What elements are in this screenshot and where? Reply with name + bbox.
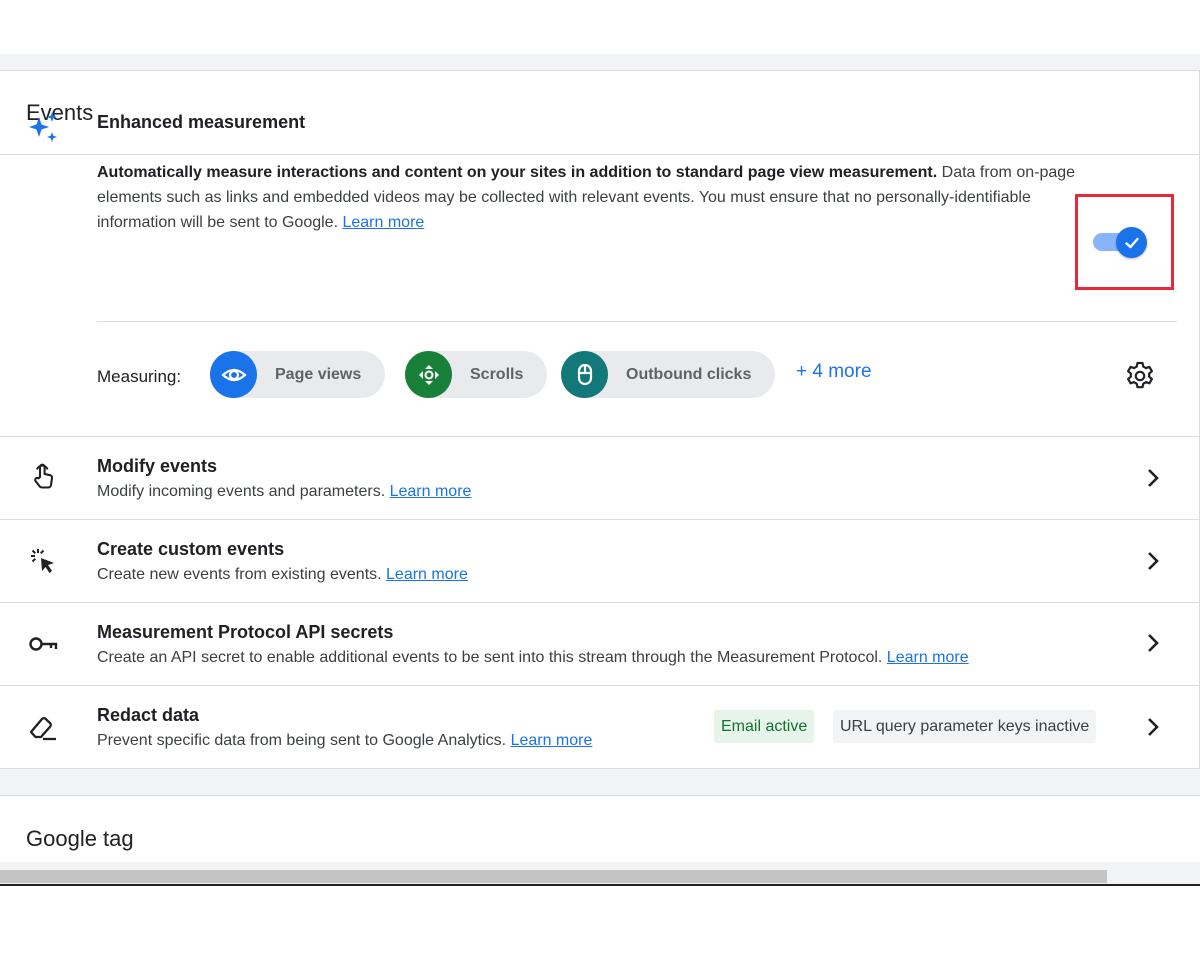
row-description-text: Prevent specific data from being sent to… xyxy=(97,732,507,749)
chevron-right-icon xyxy=(1142,467,1164,489)
chevron-right-icon xyxy=(1142,550,1164,572)
row-description: Prevent specific data from being sent to… xyxy=(97,732,592,750)
chip-label: Scrolls xyxy=(470,365,524,383)
status-badge-email: Email active xyxy=(714,710,815,743)
learn-more-link[interactable]: Learn more xyxy=(390,483,472,500)
scroll-arrows-icon xyxy=(405,351,452,398)
google-tag-card[interactable]: Google tag xyxy=(0,795,1200,862)
check-icon xyxy=(1124,237,1139,248)
gear-icon[interactable] xyxy=(1124,360,1156,392)
sparkle-icon xyxy=(26,110,60,144)
scrollbar-thumb[interactable] xyxy=(0,870,1107,883)
chevron-right-icon xyxy=(1142,632,1164,654)
row-title: Create custom events xyxy=(97,539,285,559)
learn-more-link[interactable]: Learn more xyxy=(887,649,969,666)
measuring-label: Measuring: xyxy=(97,367,182,386)
google-tag-title: Google tag xyxy=(26,826,134,851)
row-title: Modify events xyxy=(97,456,218,476)
eraser-icon xyxy=(26,710,60,744)
row-description: Modify incoming events and parameters. L… xyxy=(97,483,471,501)
chevron-right-icon xyxy=(1142,716,1164,738)
key-icon xyxy=(26,627,60,661)
row-title: Redact data xyxy=(97,705,200,725)
chip-page-views[interactable]: Page views xyxy=(210,351,386,398)
row-description-text: Modify incoming events and parameters. xyxy=(97,483,386,500)
eye-icon xyxy=(210,351,257,398)
more-measurements-link[interactable]: + 4 more xyxy=(796,361,872,383)
list-item-create-custom-events[interactable]: Create custom events Create new events f… xyxy=(0,520,1200,603)
enhanced-measurement-description: Automatically measure interactions and c… xyxy=(97,160,1087,235)
learn-more-link[interactable]: Learn more xyxy=(511,732,593,749)
click-sparkle-icon xyxy=(26,544,60,578)
touch-hand-icon xyxy=(26,459,60,493)
list-item-modify-events[interactable]: Modify events Modify incoming events and… xyxy=(0,436,1200,520)
bottom-border xyxy=(0,884,1200,886)
enhanced-divider xyxy=(97,321,1177,322)
enhanced-measurement-title: Enhanced measurement xyxy=(97,112,306,132)
enhanced-learn-more-link[interactable]: Learn more xyxy=(342,214,424,231)
mouse-icon xyxy=(561,351,608,398)
row-description: Create new events from existing events. … xyxy=(97,566,468,584)
chip-outbound-clicks[interactable]: Outbound clicks xyxy=(561,351,776,398)
toggle-knob[interactable] xyxy=(1116,227,1147,258)
chip-label: Page views xyxy=(275,365,362,383)
chip-scrolls[interactable]: Scrolls xyxy=(405,351,548,398)
row-description: Create an API secret to enable additiona… xyxy=(97,649,969,667)
list-item-redact-data[interactable]: Redact data Prevent specific data from b… xyxy=(0,686,1200,769)
learn-more-link[interactable]: Learn more xyxy=(386,566,468,583)
status-badge-url-query: URL query parameter keys inactive xyxy=(833,710,1097,743)
row-description-text: Create an API secret to enable additiona… xyxy=(97,649,883,666)
list-item-api-secrets[interactable]: Measurement Protocol API secrets Create … xyxy=(0,603,1200,686)
enhanced-description-bold: Automatically measure interactions and c… xyxy=(97,164,938,181)
row-title: Measurement Protocol API secrets xyxy=(97,622,394,642)
row-description-text: Create new events from existing events. xyxy=(97,566,382,583)
chip-label: Outbound clicks xyxy=(626,365,752,383)
